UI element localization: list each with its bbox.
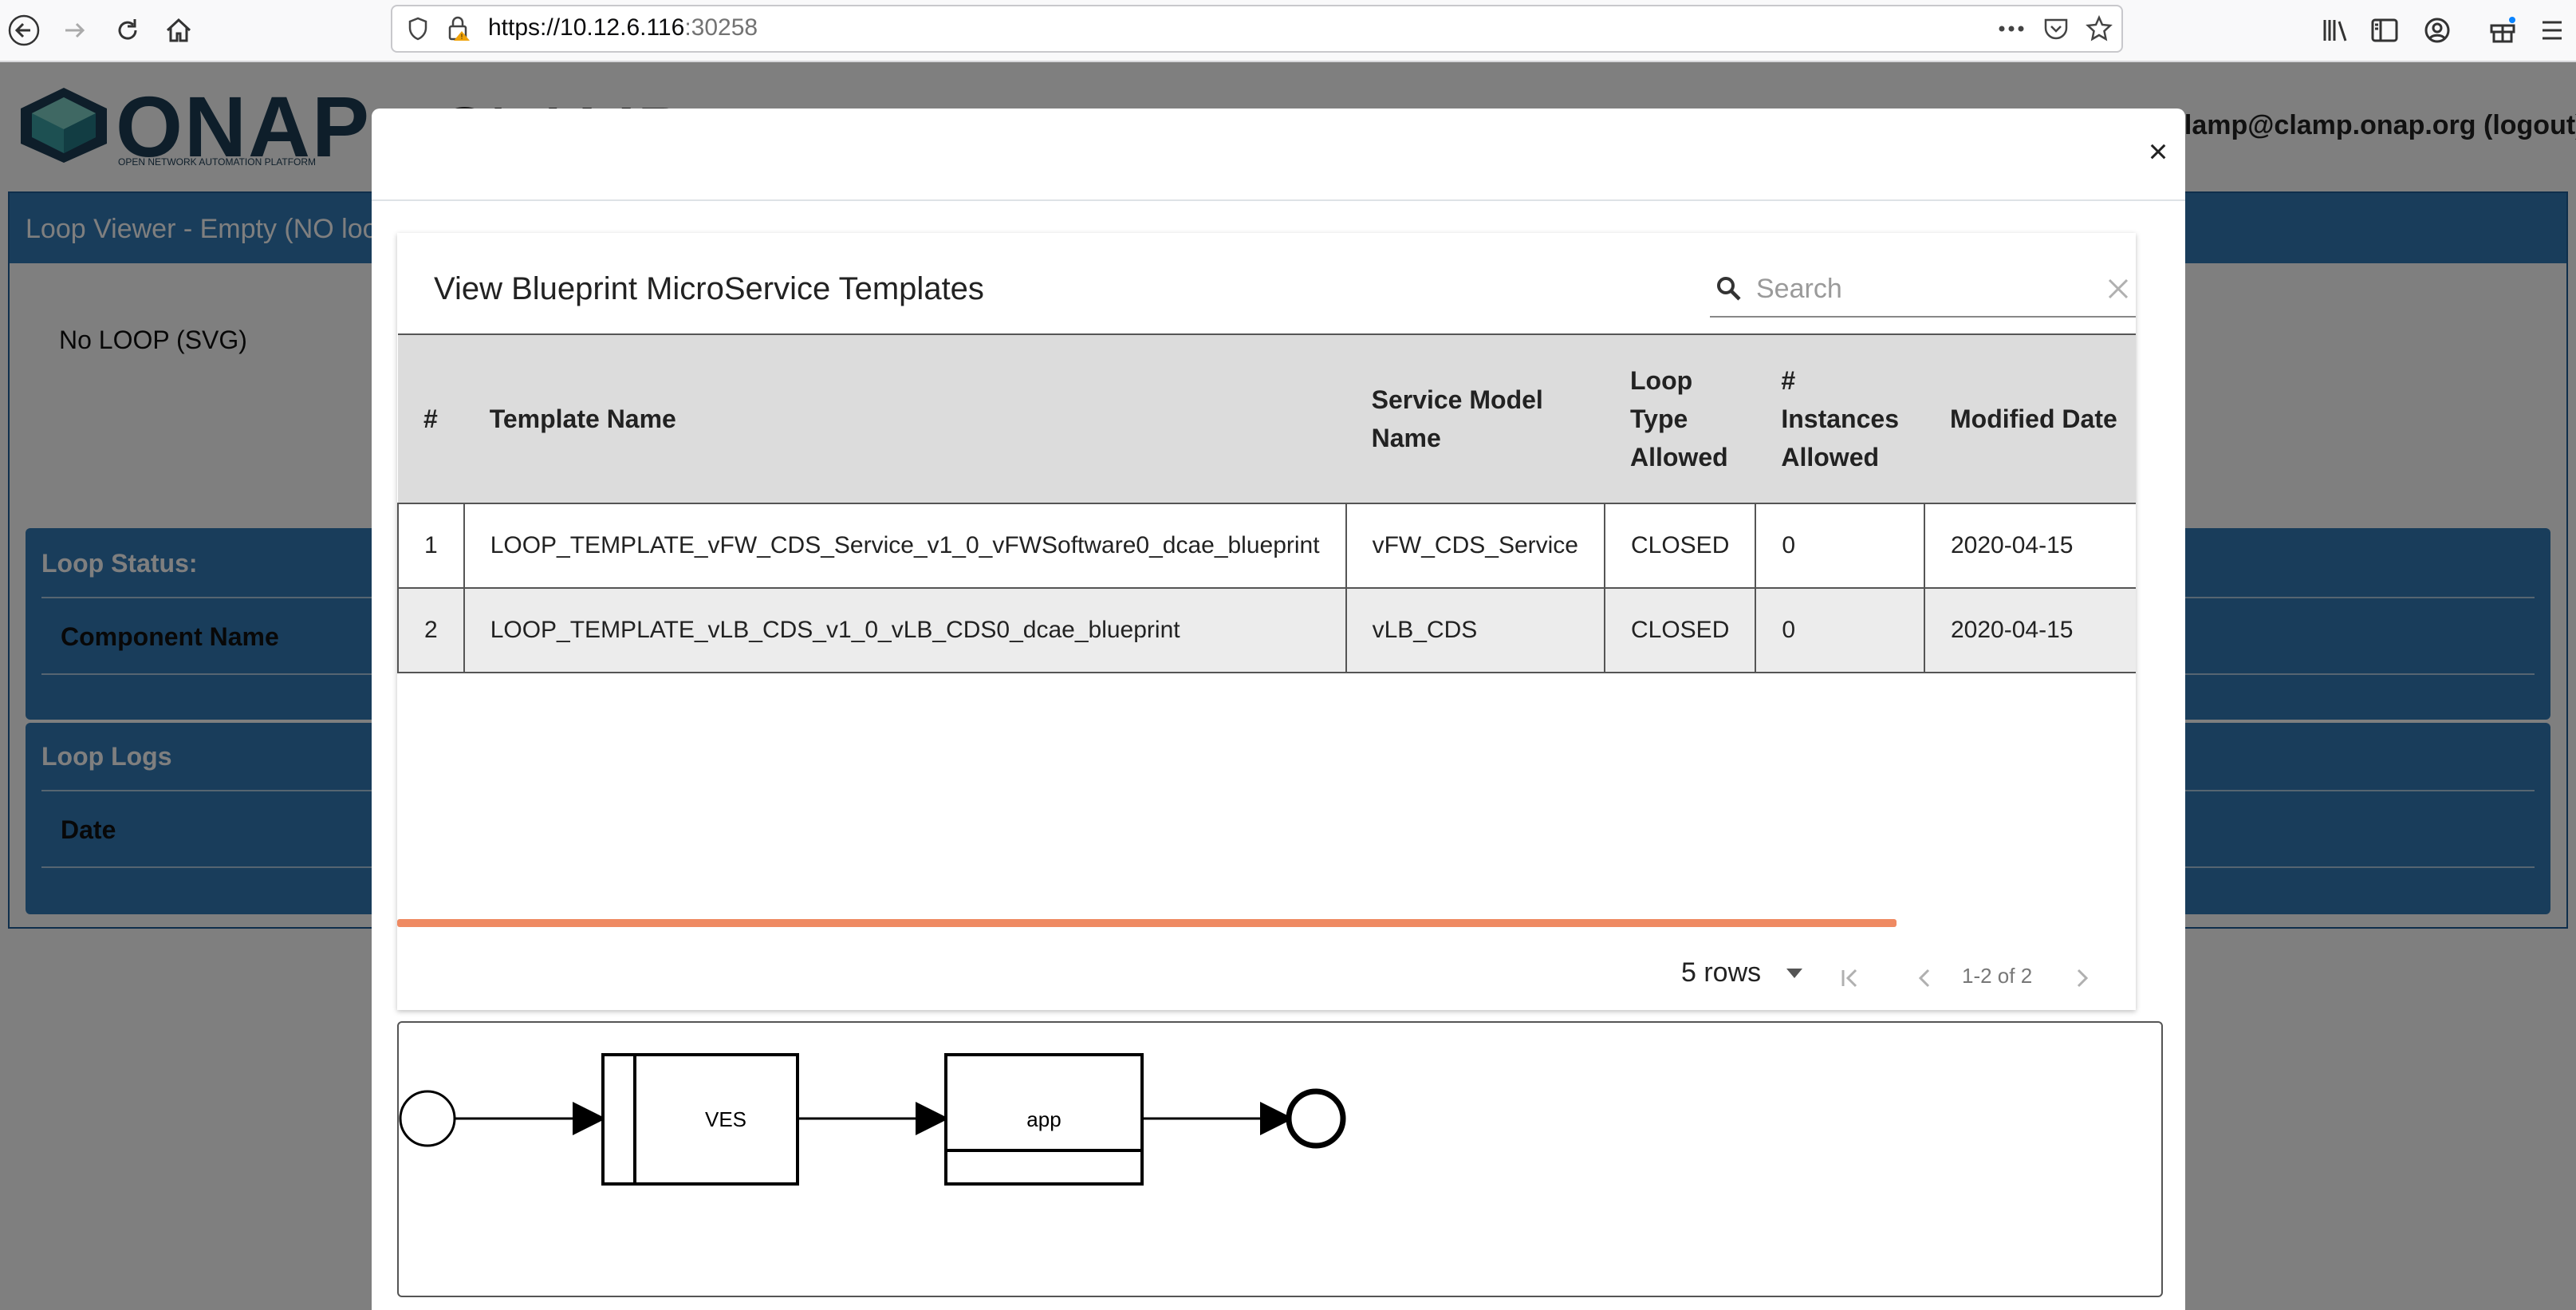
first-page-button[interactable]	[1833, 961, 1868, 996]
column-header-instances-allowed[interactable]: # Instances Allowed	[1755, 333, 1924, 504]
library-icon	[2323, 20, 2347, 41]
gift-icon	[2490, 17, 2515, 43]
account-icon	[2424, 18, 2450, 43]
horizontal-scrollbar[interactable]	[397, 919, 1897, 927]
clear-search-icon[interactable]	[2101, 271, 2136, 306]
url-text[interactable]: https://10.12.6.116:30258	[488, 14, 758, 41]
hamburger-menu-icon	[2543, 21, 2562, 40]
whats-new-button[interactable]	[2480, 8, 2525, 53]
column-header-modified-date[interactable]: Modified Date	[1924, 333, 2136, 504]
cell-instances: 0	[1755, 503, 1925, 589]
shield-icon[interactable]	[402, 13, 434, 45]
search-field	[1710, 265, 2136, 318]
first-page-icon	[1841, 969, 1857, 988]
cell-template-name: LOOP_TEMPLATE_vFW_CDS_Service_v1_0_vFWSo…	[463, 503, 1347, 589]
next-page-button[interactable]	[2064, 961, 2099, 996]
pagination-bar: 5 rows 1-2 of 2	[397, 951, 2136, 1010]
end-event	[1286, 1088, 1346, 1149]
reload-icon	[118, 19, 137, 40]
reload-button[interactable]	[105, 8, 150, 53]
table-row[interactable]: 2 LOOP_TEMPLATE_vLB_CDS_v1_0_vLB_CDS0_dc…	[397, 587, 2136, 673]
cell-modified-date: 2020-04-15	[1923, 503, 2136, 589]
table-row[interactable]: 1 LOOP_TEMPLATE_vFW_CDS_Service_v1_0_vFW…	[397, 503, 2136, 589]
cell-service-model-name: vLB_CDS	[1345, 587, 1605, 673]
search-icon	[1717, 277, 1741, 301]
loop-diagram: VES app	[399, 1053, 1346, 1186]
table-header-row: # Template Name Service Model Name Loop …	[398, 333, 2136, 504]
back-arrow-icon	[8, 14, 40, 46]
insecure-lock-icon[interactable]: !	[442, 13, 474, 45]
table-title: View Blueprint MicroService Templates	[434, 271, 984, 306]
svg-text:!: !	[461, 33, 463, 41]
previous-page-button[interactable]	[1908, 961, 1943, 996]
templates-table: # Template Name Service Model Name Loop …	[397, 333, 2136, 673]
library-button[interactable]	[2313, 8, 2357, 53]
url-host: https://10.12.6.116	[488, 14, 685, 41]
cell-loop-type: CLOSED	[1603, 503, 1757, 589]
start-event	[399, 1090, 456, 1147]
bookmark-star-icon[interactable]	[2083, 13, 2115, 45]
templates-table-card: View Blueprint MicroService Templates # …	[397, 233, 2136, 1010]
cell-template-name: LOOP_TEMPLATE_vLB_CDS_v1_0_vLB_CDS0_dcae…	[463, 587, 1347, 673]
cell-modified-date: 2020-04-15	[1923, 587, 2136, 673]
app-label: app	[1026, 1107, 1061, 1131]
chevron-left-icon	[1918, 969, 1930, 988]
page-range: 1-2 of 2	[1962, 964, 2033, 988]
blueprint-templates-modal: × View Blueprint MicroService Templates …	[372, 109, 2185, 1310]
ves-box[interactable]	[601, 1053, 799, 1186]
pocket-icon[interactable]	[2040, 13, 2072, 45]
cell-index: 1	[397, 503, 465, 589]
account-button[interactable]	[2415, 8, 2460, 53]
ves-label: VES	[705, 1107, 746, 1131]
sidebar-button[interactable]	[2362, 8, 2407, 53]
cell-index: 2	[397, 587, 465, 673]
loop-diagram-preview: VES app	[397, 1021, 2163, 1297]
modal-header-divider	[372, 199, 2185, 201]
column-header-service-model-name[interactable]: Service Model Name	[1345, 333, 1605, 504]
column-header-loop-type-allowed[interactable]: Loop Type Allowed	[1604, 333, 1756, 504]
column-header-template-name[interactable]: Template Name	[463, 333, 1346, 504]
modal-close-button[interactable]: ×	[2142, 132, 2174, 170]
forward-arrow-icon	[65, 22, 85, 38]
url-bar[interactable]: ! https://10.12.6.116:30258	[391, 5, 2123, 53]
home-button[interactable]	[156, 8, 201, 53]
cell-loop-type: CLOSED	[1603, 587, 1757, 673]
cell-service-model-name: vFW_CDS_Service	[1345, 503, 1605, 589]
dropdown-caret-icon[interactable]	[1783, 965, 1806, 981]
page-actions-icon[interactable]	[1995, 13, 2027, 45]
browser-toolbar: ! https://10.12.6.116:30258	[0, 0, 2576, 62]
url-port: :30258	[684, 14, 758, 41]
menu-button[interactable]	[2530, 8, 2574, 53]
search-input[interactable]	[1755, 268, 2093, 310]
column-header-index[interactable]: #	[398, 333, 464, 504]
cell-instances: 0	[1755, 587, 1925, 673]
home-icon	[166, 18, 191, 42]
back-button[interactable]	[2, 8, 46, 53]
rows-per-page-select[interactable]: 5 rows	[1681, 957, 1761, 988]
forward-button[interactable]	[53, 8, 97, 53]
sidebar-icon	[2371, 18, 2398, 42]
chevron-right-icon	[2077, 969, 2089, 988]
